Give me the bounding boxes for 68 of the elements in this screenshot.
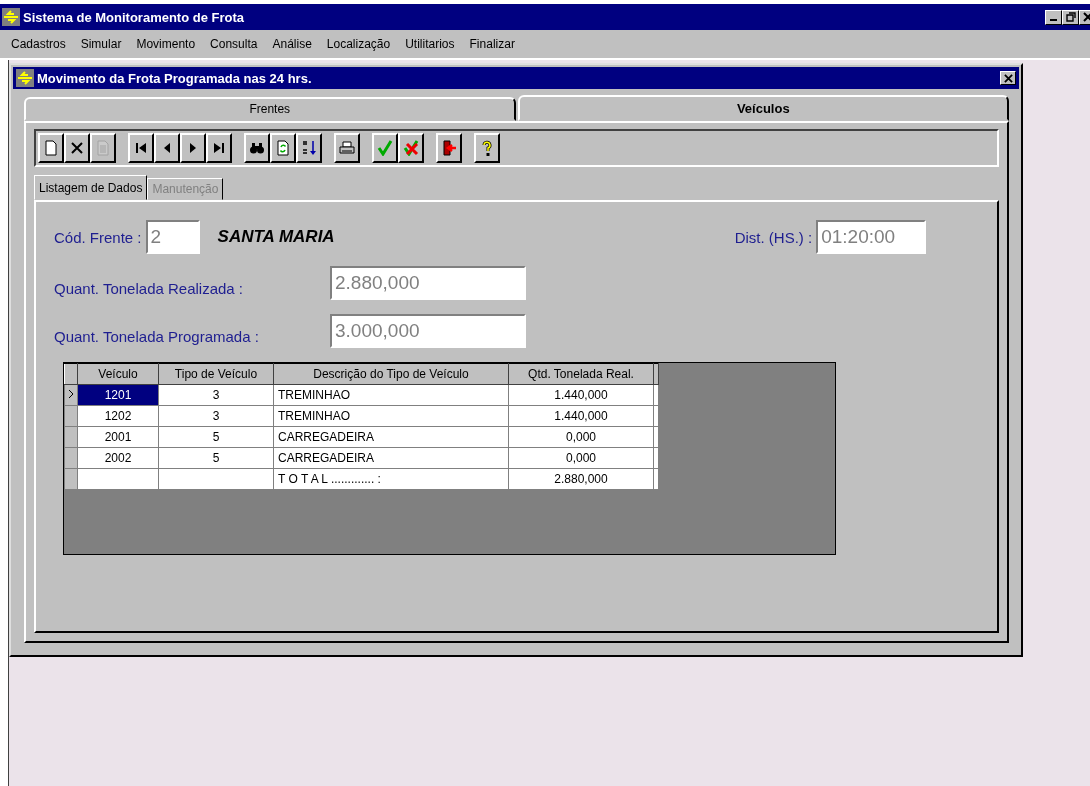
menu-item[interactable]: Utilitarios xyxy=(398,37,463,51)
table-cell: CARREGADEIRA xyxy=(273,426,509,448)
column-header[interactable]: Veículo xyxy=(77,363,159,385)
copy-icon xyxy=(95,140,111,156)
input-field[interactable]: 3.000,000 xyxy=(330,314,526,348)
table-cell: TREMINHAO xyxy=(273,405,509,427)
tab[interactable]: Veículos xyxy=(517,95,1009,121)
input-field[interactable]: 2 xyxy=(145,220,200,254)
column-header[interactable]: Tipo de Veículo xyxy=(158,363,274,385)
frente-name: SANTA MARIA xyxy=(217,227,335,247)
field-label: Quant. Tonelada Realizada : xyxy=(54,279,245,297)
close-icon xyxy=(1003,73,1013,83)
menu-item[interactable]: Cadastros xyxy=(4,37,74,51)
first-icon xyxy=(133,140,149,156)
minimize-button[interactable] xyxy=(1045,9,1062,25)
help-button[interactable] xyxy=(474,133,500,163)
arrows-icon xyxy=(16,69,34,87)
confirm-button[interactable] xyxy=(372,133,398,163)
close-icon xyxy=(1082,12,1090,22)
menu-item[interactable]: Finalizar xyxy=(462,37,523,51)
table-cell: CARREGADEIRA xyxy=(273,447,509,469)
arrows-icon xyxy=(2,8,20,26)
cancel-icon xyxy=(403,140,419,156)
menu-item[interactable]: Simular xyxy=(73,37,130,51)
delete-icon xyxy=(69,140,85,156)
field-label: Quant. Tonelada Programada : xyxy=(54,327,260,345)
child-window-title: Movimento da Frota Programada nas 24 hrs. xyxy=(37,70,312,86)
tab[interactable]: Frentes xyxy=(24,97,516,121)
menu-item[interactable]: Consulta xyxy=(203,37,266,51)
refresh-button[interactable] xyxy=(270,133,296,163)
table-cell: T O T A L ............. : xyxy=(273,468,509,490)
confirm-icon xyxy=(377,140,393,156)
first-button[interactable] xyxy=(128,133,154,163)
print-button[interactable] xyxy=(334,133,360,163)
column-header[interactable]: Qtd. Tonelada Real. xyxy=(508,363,654,385)
tab[interactable]: Listagem de Dados xyxy=(34,175,148,200)
refresh-icon xyxy=(275,140,291,156)
new-icon xyxy=(43,140,59,156)
input-field[interactable]: 01:20:00 xyxy=(816,220,927,254)
print-icon xyxy=(339,140,355,156)
sort-icon xyxy=(301,140,317,156)
last-button[interactable] xyxy=(206,133,232,163)
menu-item[interactable]: Movimento xyxy=(129,37,204,51)
exit-button[interactable] xyxy=(436,133,462,163)
column-header[interactable]: Descrição do Tipo de Veículo xyxy=(273,363,509,385)
field-label: Cód. Frente : xyxy=(54,228,142,246)
table-cell: TREMINHAO xyxy=(273,384,509,406)
restore-button[interactable] xyxy=(1062,9,1079,25)
last-icon xyxy=(211,140,227,156)
find-button[interactable] xyxy=(244,133,270,163)
prev-button[interactable] xyxy=(154,133,180,163)
menu-item[interactable]: Localização xyxy=(319,37,399,51)
menu-item[interactable]: Análise xyxy=(265,37,320,51)
new-button[interactable] xyxy=(38,133,64,163)
close-button[interactable] xyxy=(1000,71,1016,85)
minimize-icon xyxy=(1050,19,1057,21)
row-indicator[interactable] xyxy=(64,384,78,406)
next-button[interactable] xyxy=(180,133,206,163)
find-icon xyxy=(249,140,265,156)
delete-button[interactable] xyxy=(64,133,90,163)
sort-button[interactable] xyxy=(296,133,322,163)
restore-icon xyxy=(1065,12,1076,22)
field-label: Dist. (HS.) : xyxy=(734,228,813,246)
chevron-icon xyxy=(68,389,74,399)
input-field[interactable]: 2.880,000 xyxy=(330,266,526,300)
window-title: Sistema de Monitoramento de Frota xyxy=(23,9,245,25)
exit-icon xyxy=(441,140,457,156)
cancel-button[interactable] xyxy=(398,133,424,163)
